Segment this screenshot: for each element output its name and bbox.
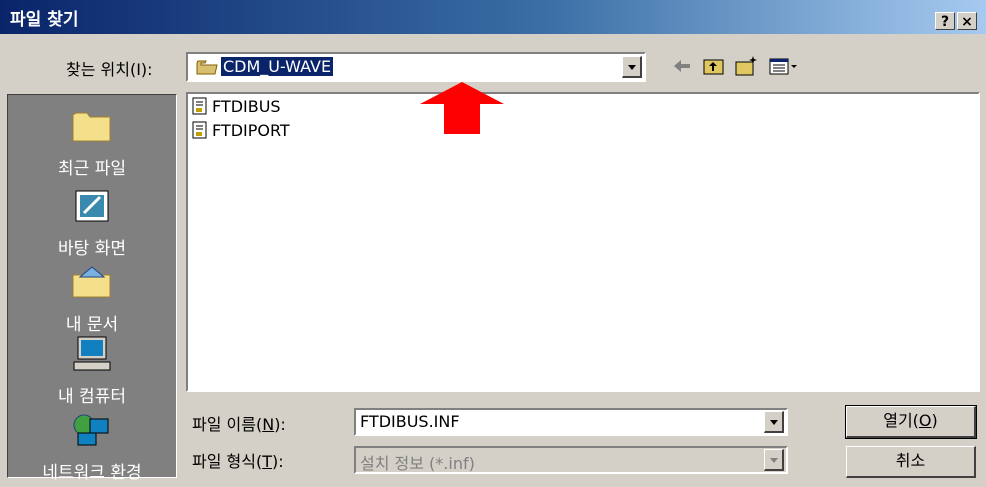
file-type-label: 파일 형식(T): — [192, 452, 284, 471]
place-label: 최근 파일 — [58, 159, 126, 179]
look-in-dropdown-button[interactable] — [622, 56, 642, 78]
place-label: 네트워크 환경 — [42, 463, 142, 483]
file-name: FTDIBUS — [212, 97, 281, 116]
place-label: 내 컴퓨터 — [58, 387, 126, 407]
file-name-value: FTDIBUS.INF — [360, 412, 460, 431]
inf-file-icon — [192, 121, 207, 139]
up-folder-icon[interactable] — [702, 54, 726, 78]
look-in-label: 찾는 위치(I): — [66, 60, 153, 79]
folder-icon — [8, 107, 176, 150]
back-icon[interactable] — [670, 54, 694, 78]
list-item[interactable]: FTDIBUS — [192, 97, 281, 116]
cancel-button[interactable]: 취소 — [846, 446, 976, 478]
place-network[interactable]: 네트워크 환경 — [8, 411, 176, 483]
close-button[interactable]: × — [957, 12, 977, 30]
file-type-dropdown-button[interactable] — [764, 449, 784, 471]
place-my-documents[interactable]: 내 문서 — [8, 263, 176, 335]
my-documents-icon — [8, 263, 176, 306]
place-label: 바탕 화면 — [58, 239, 126, 259]
new-folder-icon[interactable] — [734, 54, 758, 78]
file-name-input[interactable]: FTDIBUS.INF — [354, 408, 788, 436]
file-name-label: 파일 이름(N): — [192, 415, 286, 434]
network-icon — [8, 411, 176, 454]
look-in-value: CDM_U-WAVE — [219, 56, 335, 77]
list-item[interactable]: FTDIPORT — [192, 121, 290, 140]
open-button[interactable]: 열기(O) — [845, 405, 977, 439]
place-label: 내 문서 — [65, 315, 119, 335]
view-menu-icon[interactable] — [768, 54, 808, 78]
place-recent[interactable]: 최근 파일 — [8, 107, 176, 179]
annotation-arrow — [420, 82, 504, 134]
folder-icon — [196, 58, 218, 80]
place-desktop[interactable]: 바탕 화면 — [8, 187, 176, 259]
desktop-icon — [8, 187, 176, 230]
places-bar: 최근 파일 바탕 화면 내 문서 내 컴퓨터 네트워크 환경 — [7, 94, 177, 483]
look-in-combo[interactable]: CDM_U-WAVE — [186, 52, 646, 82]
place-my-computer[interactable]: 내 컴퓨터 — [8, 335, 176, 407]
file-name: FTDIPORT — [212, 121, 290, 140]
file-name-dropdown-button[interactable] — [764, 411, 784, 433]
file-type-value: 설치 정보 (*.inf) — [360, 454, 475, 473]
file-type-select[interactable]: 설치 정보 (*.inf) — [354, 446, 788, 474]
title-bar: 파일 찾기 ? × — [0, 0, 986, 34]
help-button[interactable]: ? — [935, 12, 955, 30]
window-title: 파일 찾기 — [10, 10, 79, 30]
computer-icon — [8, 335, 176, 378]
file-list[interactable] — [186, 92, 980, 392]
inf-file-icon — [192, 97, 207, 115]
